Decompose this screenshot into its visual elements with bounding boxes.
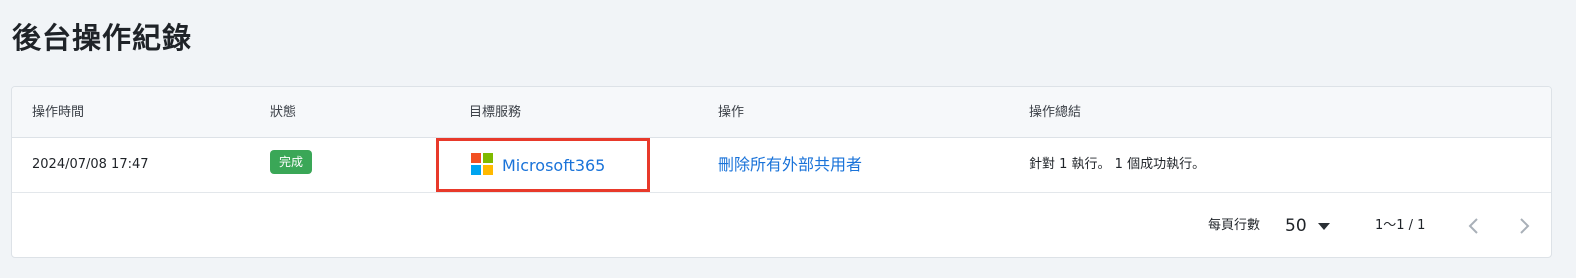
target-service-highlight: Microsoft365 (436, 138, 650, 192)
column-header-service: 目標服務 (469, 105, 522, 120)
rows-per-page-label: 每頁行數 (1208, 218, 1261, 233)
rows-per-page-value: 50 (1285, 216, 1307, 236)
column-header-status: 狀態 (270, 105, 297, 120)
chevron-left-icon (1468, 218, 1478, 234)
chevron-right-icon (1520, 218, 1530, 234)
table-row: 2024/07/08 17:47 完成 Microsoft365 刪除所有外部共… (12, 138, 1551, 193)
column-header-operation: 操作 (718, 105, 745, 120)
column-header-summary: 操作總結 (1029, 105, 1082, 120)
caret-down-icon (1318, 223, 1330, 230)
operation-link[interactable]: 刪除所有外部共用者 (718, 138, 862, 192)
operation-summary: 針對 1 執行。 1 個成功執行。 (1029, 157, 1206, 172)
target-service-link[interactable]: Microsoft365 (502, 141, 605, 191)
pagination-range: 1〜1 / 1 (1375, 218, 1426, 233)
previous-page-button[interactable] (1464, 215, 1484, 237)
operation-time: 2024/07/08 17:47 (32, 157, 149, 172)
table-header: 操作時間 狀態 目標服務 操作 操作總結 (12, 87, 1551, 138)
pagination-bar: 每頁行數 50 1〜1 / 1 (12, 193, 1551, 257)
microsoft-logo-icon (471, 153, 493, 175)
operations-log-table: 操作時間 狀態 目標服務 操作 操作總結 2024/07/08 17:47 完成… (11, 86, 1552, 258)
rows-per-page-select[interactable]: 50 (1284, 211, 1334, 241)
page-title: 後台操作紀錄 (12, 21, 193, 55)
column-header-time: 操作時間 (32, 105, 85, 120)
next-page-button[interactable] (1514, 215, 1534, 237)
status-badge: 完成 (270, 150, 313, 174)
